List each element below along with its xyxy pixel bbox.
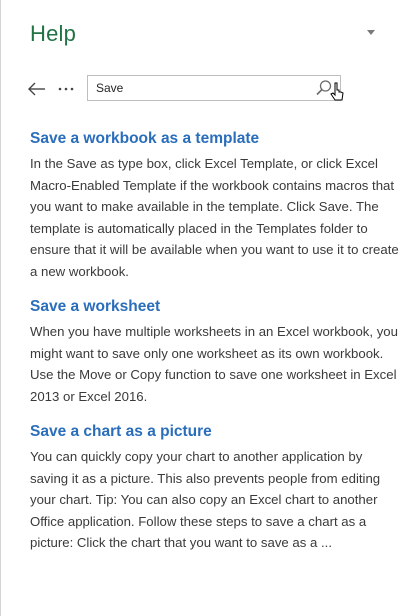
result-snippet: You can quickly copy your chart to anoth…: [30, 449, 381, 550]
help-pane-header: Help: [0, 0, 406, 56]
result-snippet: When you have multiple worksheets in an …: [30, 324, 398, 404]
result-title-link[interactable]: Save a chart as a picture: [30, 421, 404, 443]
result-snippet: In the Save as type box, click Excel Tem…: [30, 156, 399, 279]
arrow-left-icon[interactable]: [26, 78, 48, 100]
triangle-down-icon[interactable]: [364, 26, 378, 38]
search-results: Save a workbook as a template In the Sav…: [30, 128, 404, 568]
search-result: Save a chart as a picture You can quickl…: [30, 421, 404, 554]
result-title-link[interactable]: Save a workbook as a template: [30, 128, 404, 150]
search-result: Save a workbook as a template In the Sav…: [30, 128, 404, 282]
help-pane: Help Save a workbook as a template I: [0, 0, 406, 616]
result-title-link[interactable]: Save a worksheet: [30, 296, 404, 318]
pane-title: Help: [30, 21, 77, 46]
search-result: Save a worksheet When you have multiple …: [30, 296, 404, 407]
ellipsis-icon[interactable]: [56, 78, 78, 100]
search-box[interactable]: [87, 75, 341, 101]
search-input[interactable]: [96, 80, 296, 96]
help-navigation-row: [0, 72, 406, 108]
mouse-pointer-icon: [330, 82, 344, 101]
